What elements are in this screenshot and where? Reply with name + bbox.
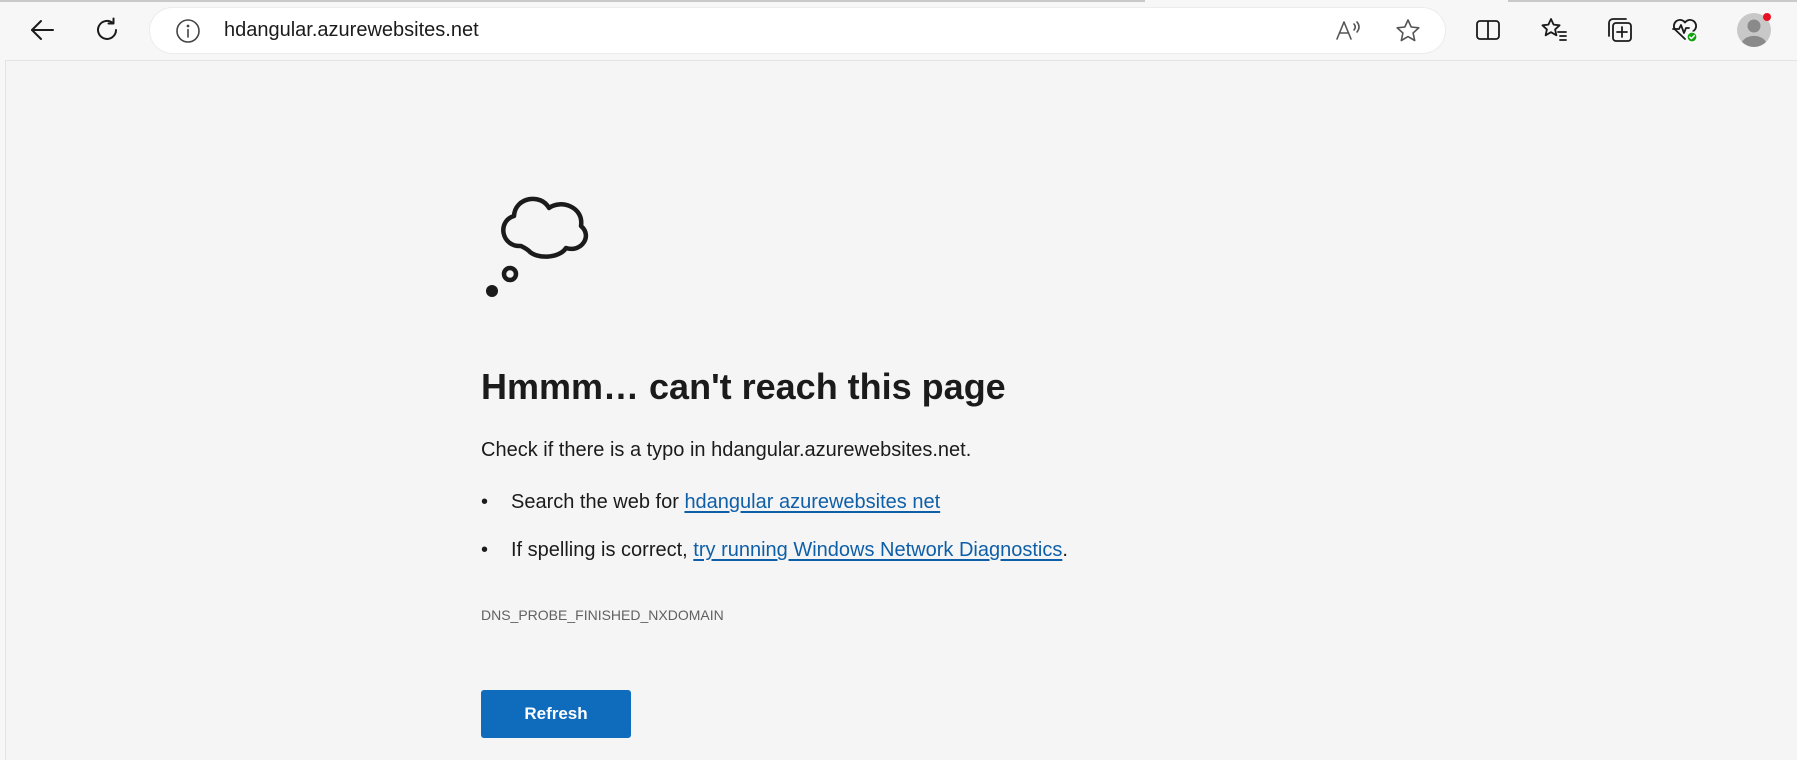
thought-bubble-icon bbox=[486, 196, 589, 297]
read-aloud-button[interactable] bbox=[1328, 8, 1368, 53]
info-icon bbox=[176, 18, 200, 43]
bullet: • bbox=[481, 539, 489, 561]
network-diagnostics-link[interactable]: try running Windows Network Diagnostics bbox=[693, 539, 1062, 561]
site-info-button[interactable] bbox=[168, 8, 208, 53]
heart-pulse-icon bbox=[1672, 19, 1698, 43]
browser-essentials-button[interactable] bbox=[1665, 10, 1705, 50]
suggestion-suffix: . bbox=[1062, 539, 1068, 561]
refresh-button[interactable]: Refresh bbox=[481, 690, 631, 738]
collections-icon bbox=[1608, 18, 1632, 42]
back-button[interactable] bbox=[22, 10, 62, 50]
refresh-page-button[interactable] bbox=[87, 10, 127, 50]
notification-dot bbox=[1763, 13, 1771, 21]
star-icon bbox=[1396, 18, 1420, 41]
favorites-button[interactable] bbox=[1534, 10, 1574, 50]
back-arrow-icon bbox=[31, 20, 54, 40]
split-screen-icon bbox=[1476, 20, 1500, 40]
avatar-icon bbox=[1737, 13, 1771, 47]
favorites-icon bbox=[1541, 18, 1567, 41]
split-screen-button[interactable] bbox=[1468, 10, 1508, 50]
suggestion-text: Search the web for bbox=[511, 491, 685, 513]
suggestion-list: • Search the web for hdangular azurewebsi… bbox=[481, 487, 1068, 583]
profile-button[interactable] bbox=[1734, 10, 1774, 50]
read-aloud-icon bbox=[1336, 20, 1360, 40]
page-loading-indicator bbox=[0, 0, 1797, 2]
suggestion-text: If spelling is correct, bbox=[511, 539, 694, 561]
refresh-icon bbox=[97, 17, 117, 40]
error-message: Check if there is a typo in hdangular.az… bbox=[481, 439, 972, 461]
list-item: • Search the web for hdangular azurewebsi… bbox=[481, 487, 1068, 535]
list-item: • If spelling is correct, try running Win… bbox=[481, 535, 1068, 583]
error-page: Hmmm… can't reach this page Check if the… bbox=[5, 60, 1797, 760]
search-web-link[interactable]: hdangular azurewebsites net bbox=[684, 491, 940, 513]
add-favorite-button[interactable] bbox=[1388, 8, 1428, 53]
bullet: • bbox=[481, 491, 489, 513]
url-text[interactable]: hdangular.azurewebsites.net bbox=[224, 8, 479, 53]
address-bar[interactable]: hdangular.azurewebsites.net bbox=[150, 8, 1445, 53]
collections-button[interactable] bbox=[1600, 10, 1640, 50]
browser-toolbar: hdangular.azurewebsites.net bbox=[0, 0, 1797, 60]
page-title: Hmmm… can't reach this page bbox=[481, 366, 1006, 407]
error-code: DNS_PROBE_FINISHED_NXDOMAIN bbox=[481, 607, 724, 623]
